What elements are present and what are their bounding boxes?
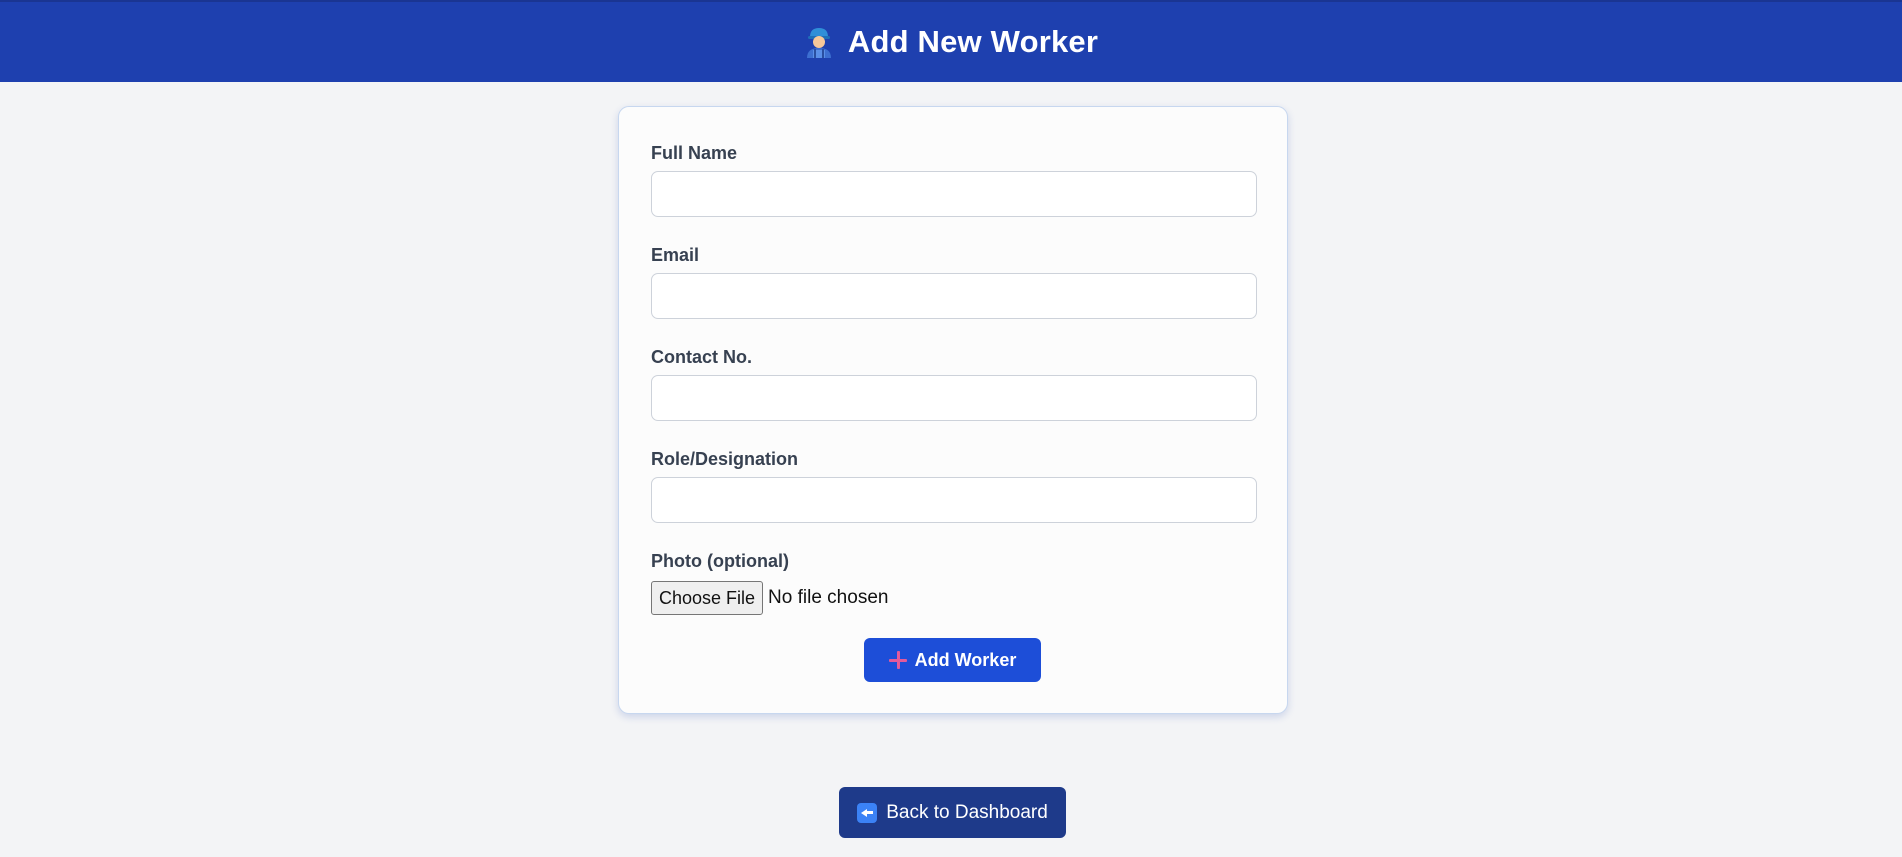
email-input[interactable] [651, 273, 1257, 319]
full-name-label: Full Name [651, 143, 738, 163]
back-arrow-icon [857, 802, 878, 823]
page-header: Add New Worker [0, 0, 1902, 82]
add-worker-label: Add Worker [914, 649, 1017, 670]
role-label: Role/Designation [651, 449, 799, 469]
add-worker-form: Full Name Email Contact No. Role/Designa… [618, 106, 1288, 714]
photo-label: Photo (optional) [651, 551, 789, 571]
back-to-dashboard-button[interactable]: Back to Dashboard [839, 787, 1066, 838]
contact-input[interactable] [651, 375, 1257, 421]
full-name-input[interactable] [651, 171, 1257, 217]
choose-file-button[interactable]: Choose File [651, 581, 764, 615]
header-content: Add New Worker [804, 24, 1098, 60]
email-label: Email [651, 245, 700, 265]
plus-icon [888, 651, 907, 669]
role-input[interactable] [651, 477, 1257, 523]
page-title: Add New Worker [847, 24, 1099, 59]
add-worker-button[interactable]: Add Worker [864, 638, 1041, 682]
worker-icon [804, 26, 834, 58]
back-to-dashboard-label: Back to Dashboard [886, 801, 1048, 823]
file-status: No file chosen [768, 587, 889, 608]
photo-file-input: Choose File No file chosen [651, 581, 888, 615]
contact-label: Contact No. [651, 347, 752, 367]
